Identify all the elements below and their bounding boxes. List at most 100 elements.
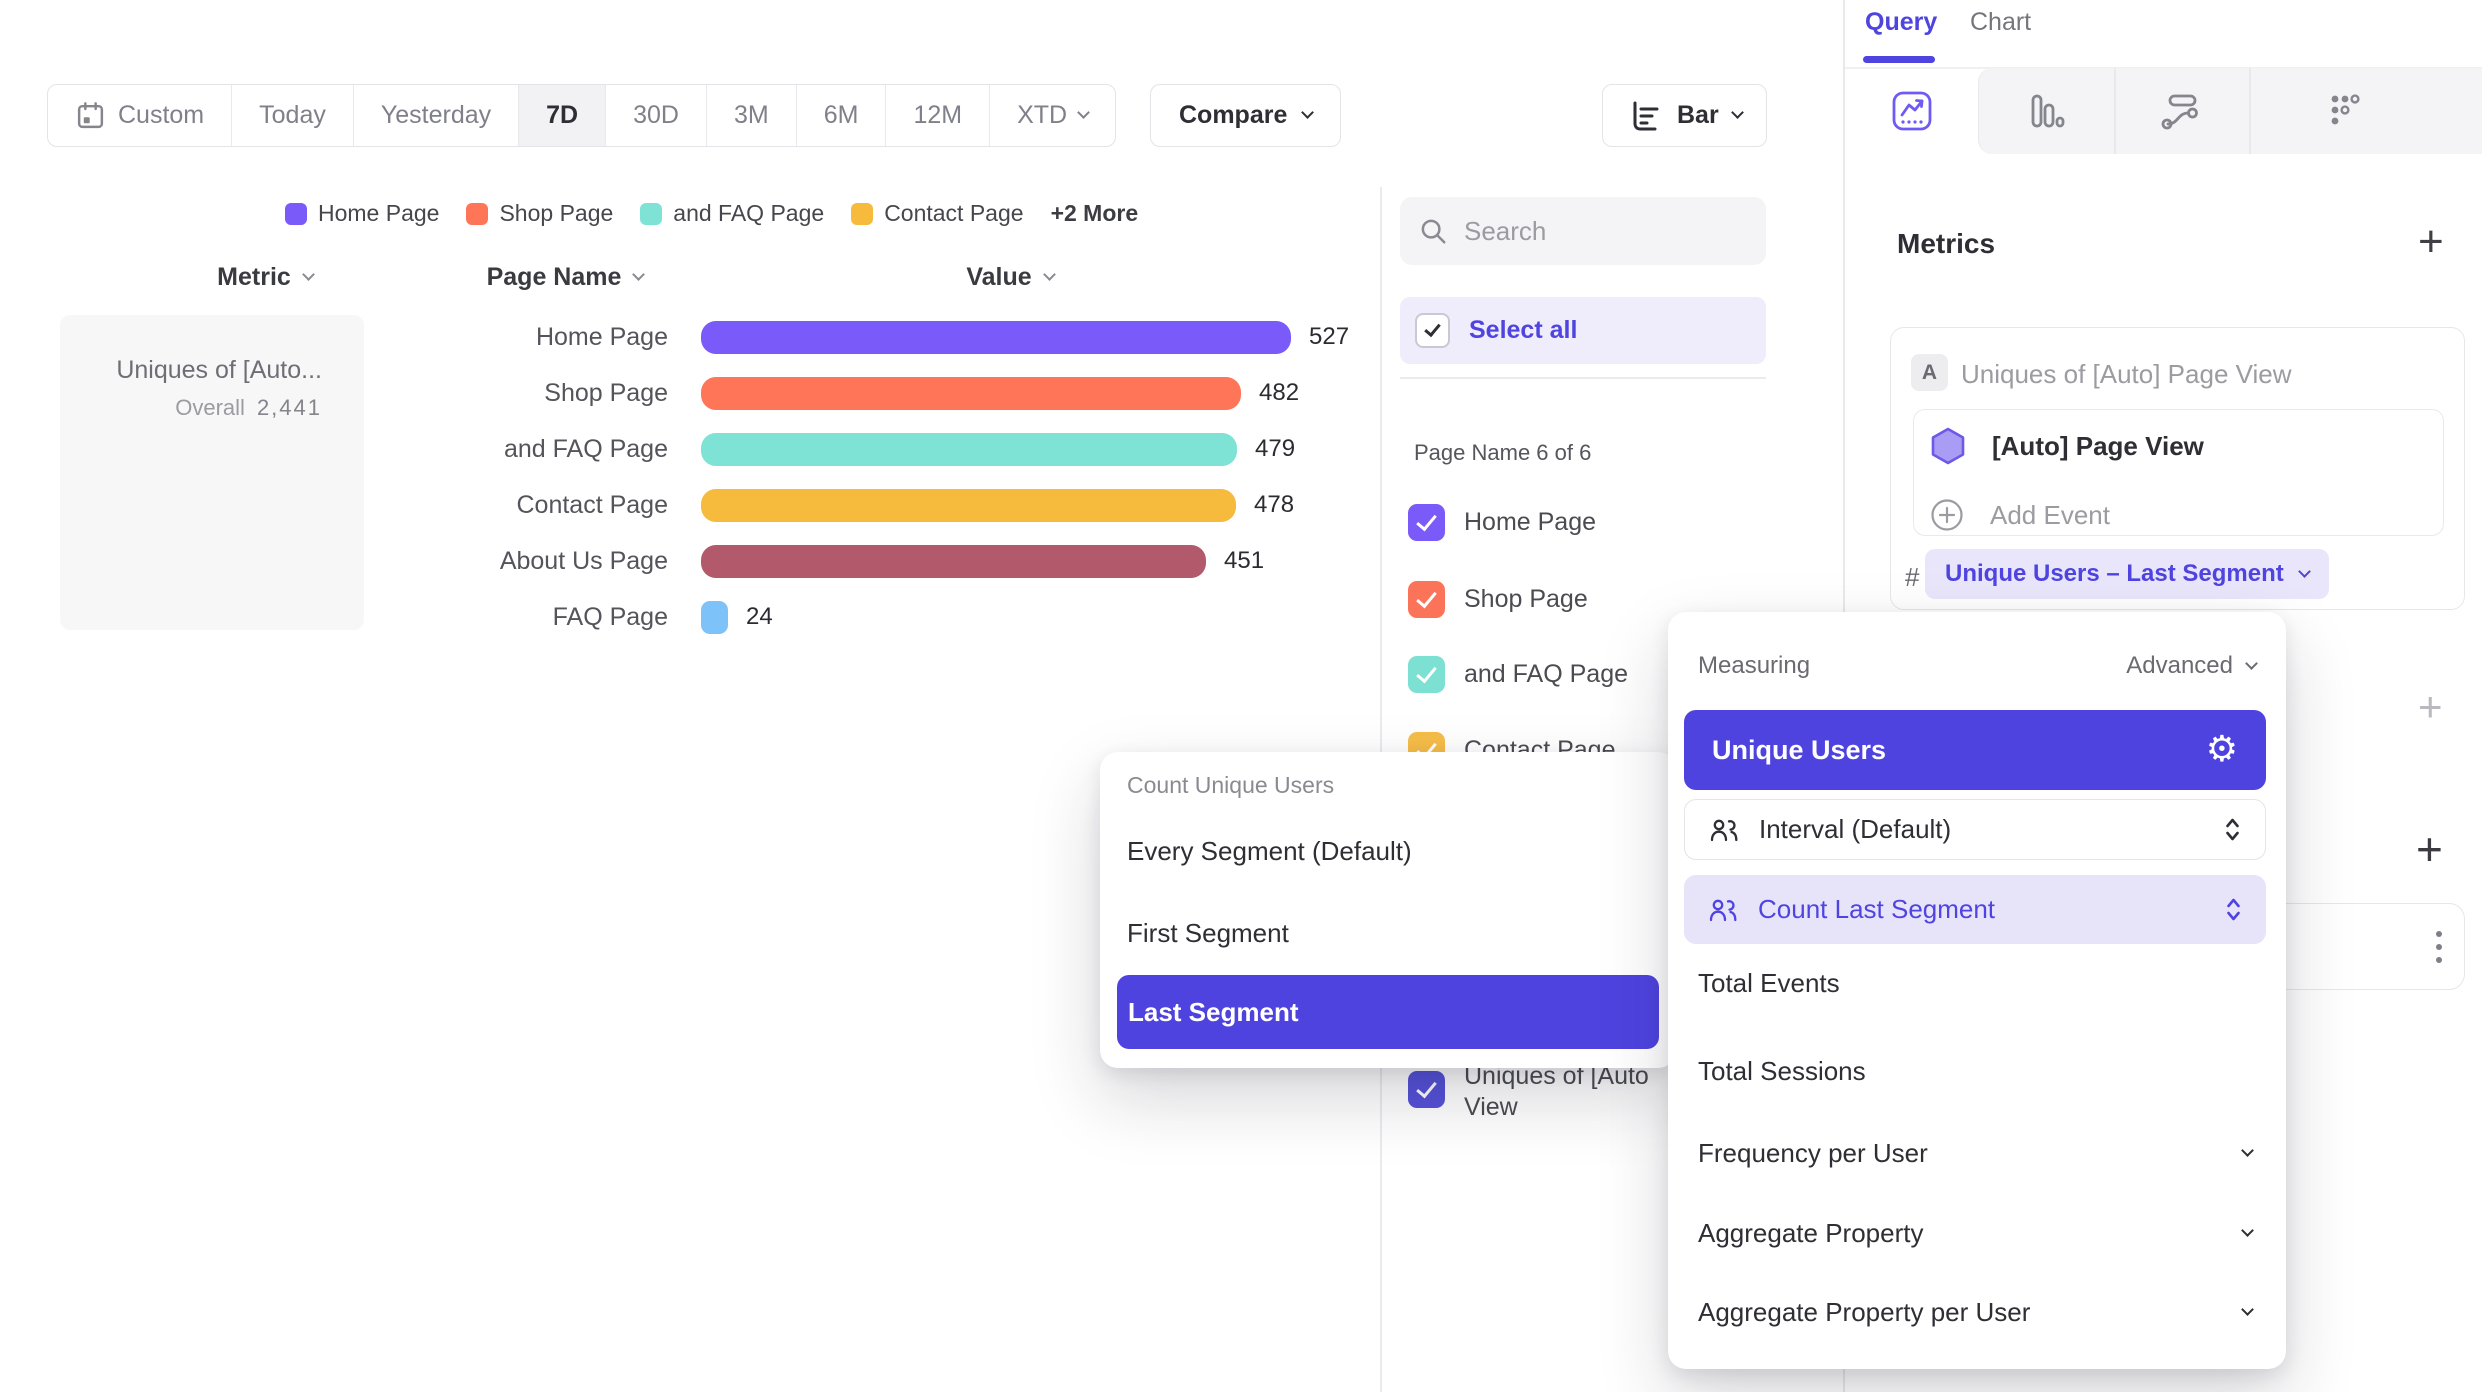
measuring-option-frequency-per-user[interactable]: Frequency per User	[1698, 1138, 2252, 1169]
filter-item-uniques-metric[interactable]: Uniques of [Auto View	[1408, 1071, 1649, 1123]
date-range-7d[interactable]: 7D	[519, 85, 606, 146]
divider	[1400, 377, 1766, 379]
checkbox[interactable]	[1408, 581, 1445, 618]
date-range-6m[interactable]: 6M	[797, 85, 887, 146]
measuring-suboption-count-last-segment[interactable]: Count Last Segment	[1684, 875, 2266, 944]
checkbox[interactable]	[1408, 504, 1445, 541]
menu-option-first-segment[interactable]: First Segment	[1127, 918, 1289, 949]
bar-about-us-page[interactable]	[701, 545, 1206, 578]
bar-value: 482	[1259, 379, 1299, 407]
check-icon	[1416, 1077, 1437, 1099]
report-tab-bar[interactable]	[1978, 68, 2113, 154]
date-range-label: Custom	[118, 101, 204, 130]
chevron-down-icon	[1043, 268, 1056, 281]
measuring-option-unique-users-selected[interactable]: Unique Users ⚙	[1684, 710, 2266, 790]
menu-title: Count Unique Users	[1127, 772, 1334, 799]
bar-chart-icon	[2024, 89, 2068, 133]
chart-type-select[interactable]: Bar	[1602, 84, 1767, 147]
advanced-toggle[interactable]: Advanced	[2126, 652, 2256, 680]
bar-row: About Us Page 451	[358, 543, 1264, 579]
date-range-today[interactable]: Today	[232, 85, 354, 146]
series-title: Uniques of [Auto] Page View	[1961, 359, 2292, 390]
measuring-option-aggregate-property[interactable]: Aggregate Property	[1698, 1218, 2252, 1249]
check-icon	[1416, 662, 1437, 684]
check-icon	[1416, 587, 1437, 609]
column-header-metric[interactable]: Metric	[160, 263, 370, 292]
metric-definition-card[interactable]: A Uniques of [Auto] Page View [Auto] Pag…	[1890, 327, 2465, 610]
active-tab-underline	[1863, 56, 1935, 63]
menu-option-every-segment[interactable]: Every Segment (Default)	[1127, 836, 1412, 867]
filter-item-home-page[interactable]: Home Page	[1408, 504, 1596, 541]
flows-icon	[2158, 88, 2204, 134]
date-range-12m[interactable]: 12M	[886, 85, 990, 146]
date-range-30d[interactable]: 30D	[606, 85, 707, 146]
bar-contact-page[interactable]	[701, 489, 1236, 522]
bar-category-label: FAQ Page	[358, 603, 668, 632]
checkbox[interactable]	[1408, 1071, 1445, 1108]
checkbox[interactable]	[1408, 656, 1445, 693]
legend-swatch	[640, 203, 662, 225]
search-input[interactable]	[1464, 216, 1704, 247]
bar-category-label: Home Page	[358, 323, 668, 352]
metric-summary-card[interactable]: Uniques of [Auto... Overall2,441	[60, 315, 364, 630]
bar-value: 24	[746, 603, 773, 631]
gear-icon[interactable]: ⚙	[2206, 732, 2238, 768]
aggregation-pill[interactable]: Unique Users – Last Segment	[1925, 549, 2329, 599]
kebab-menu-icon[interactable]	[2436, 931, 2442, 963]
tab-query[interactable]: Query	[1865, 8, 1937, 37]
analytics-app: Custom Today Yesterday 7D 30D 3M 6M 12M …	[0, 0, 2482, 1392]
bar-row: and FAQ Page 479	[358, 431, 1295, 467]
measuring-suboption-interval[interactable]: Interval (Default)	[1684, 799, 2266, 860]
date-range-xtd[interactable]: XTD	[990, 85, 1115, 146]
menu-option-last-segment-selected[interactable]: Last Segment	[1117, 975, 1659, 1049]
legend-item[interactable]: Contact Page	[851, 200, 1023, 227]
select-all-row[interactable]: Select all	[1400, 297, 1766, 364]
report-tab-flows[interactable]	[2113, 68, 2248, 154]
people-icon	[1709, 818, 1739, 842]
legend-item[interactable]: and FAQ Page	[640, 200, 824, 227]
compare-button[interactable]: Compare	[1150, 84, 1341, 147]
event-row[interactable]: [Auto] Page View	[1930, 426, 2204, 466]
date-range-3m[interactable]: 3M	[707, 85, 797, 146]
bar-home-page[interactable]	[701, 321, 1291, 354]
legend-more-button[interactable]: +2 More	[1051, 200, 1139, 227]
add-event-row[interactable]: Add Event	[1930, 498, 2110, 532]
bar-value: 478	[1254, 491, 1294, 519]
add-metric-plus-icon[interactable]: +	[2418, 220, 2444, 264]
bar-value: 451	[1224, 547, 1264, 575]
filter-item-and-faq-page[interactable]: and FAQ Page	[1408, 656, 1628, 693]
chevron-down-icon	[1077, 106, 1090, 119]
chevron-down-icon	[2241, 1224, 2254, 1237]
report-tab-insights[interactable]	[1845, 68, 1978, 154]
bar-category-label: and FAQ Page	[358, 435, 668, 464]
measuring-option-aggregate-property-per-user[interactable]: Aggregate Property per User	[1698, 1297, 2252, 1328]
add-breakdown-plus-icon[interactable]: +	[2416, 826, 2443, 872]
bar-shop-page[interactable]	[701, 377, 1241, 410]
legend-item[interactable]: Shop Page	[466, 200, 613, 227]
bar-row: Shop Page 482	[358, 375, 1299, 411]
add-filter-plus-icon[interactable]: +	[2418, 686, 2443, 728]
hexagon-icon	[1930, 426, 1966, 466]
stepper-icon	[2224, 816, 2241, 843]
chevron-down-icon	[1302, 106, 1315, 119]
bar-and-faq-page[interactable]	[701, 433, 1237, 466]
column-header-value[interactable]: Value	[905, 263, 1115, 292]
bar-value: 479	[1255, 435, 1295, 463]
measuring-option-total-sessions[interactable]: Total Sessions	[1698, 1056, 2252, 1087]
circle-plus-icon	[1930, 498, 1964, 532]
bar-faq-page[interactable]	[701, 601, 728, 634]
filter-item-shop-page[interactable]: Shop Page	[1408, 581, 1588, 618]
measuring-option-total-events[interactable]: Total Events	[1698, 968, 2252, 999]
report-tab-retention[interactable]	[2280, 68, 2410, 154]
chevron-down-icon	[1731, 106, 1744, 119]
chevron-down-icon	[2245, 657, 2258, 670]
select-all-label: Select all	[1469, 316, 1577, 345]
date-range-yesterday[interactable]: Yesterday	[354, 85, 519, 146]
date-range-custom[interactable]: Custom	[48, 85, 232, 146]
column-header-page-name[interactable]: Page Name	[450, 263, 680, 292]
metric-title: Uniques of [Auto...	[60, 355, 322, 385]
search-box	[1400, 197, 1766, 265]
legend-item[interactable]: Home Page	[285, 200, 439, 227]
select-all-checkbox[interactable]	[1415, 313, 1450, 348]
tab-chart[interactable]: Chart	[1970, 8, 2031, 37]
